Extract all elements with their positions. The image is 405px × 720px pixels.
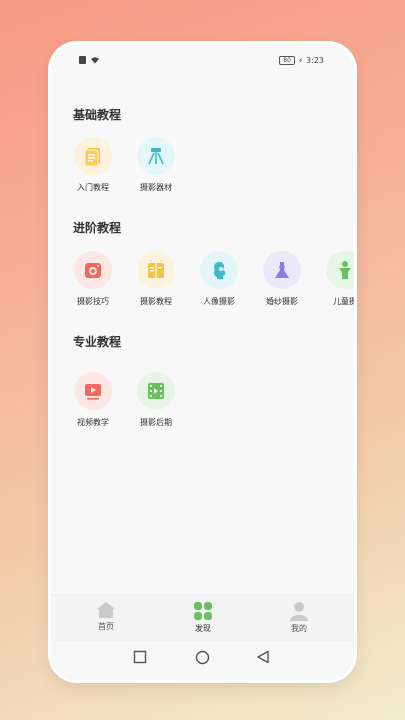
item-post-processing[interactable]: 摄影后期 (129, 372, 183, 428)
home-circle-icon[interactable] (195, 650, 210, 665)
sim-icon (79, 56, 86, 64)
status-bar: 80 ⚡ 3:23 (51, 52, 354, 70)
item-label: 儿童摄 (333, 297, 354, 306)
tab-mine[interactable]: 我的 (269, 601, 329, 634)
tab-home[interactable]: 首页 (76, 601, 136, 632)
user-icon (290, 602, 308, 621)
video-play-icon (74, 372, 112, 410)
tripod-icon (137, 137, 175, 175)
item-equipment[interactable]: 摄影器材 (129, 137, 183, 193)
item-label: 摄影教程 (140, 297, 172, 306)
section-title-basic: 基础教程 (73, 108, 122, 122)
item-wedding[interactable]: 婚纱摄影 (255, 251, 309, 307)
camera-icon (74, 251, 112, 289)
charging-icon: ⚡ (298, 56, 304, 65)
discover-grid-icon (194, 602, 212, 620)
item-label: 婚纱摄影 (266, 297, 298, 306)
item-label: 摄影技巧 (77, 297, 109, 306)
tab-discover[interactable]: 发现 (173, 601, 233, 634)
film-icon (137, 372, 175, 410)
item-video-teaching[interactable]: 视频教学 (66, 372, 120, 428)
item-photo-tutorial[interactable]: 摄影教程 (129, 251, 183, 307)
tab-home-label: 首页 (98, 622, 114, 631)
phone-frame: 80 ⚡ 3:23 基础教程 入门教程 摄影器材 进阶教程 摄影技巧 摄影教程 … (51, 44, 354, 680)
back-triangle-icon[interactable] (256, 650, 270, 664)
status-time: 3:23 (306, 56, 324, 65)
item-label: 视频教学 (77, 418, 109, 427)
item-beginner-tutorial[interactable]: 入门教程 (66, 137, 120, 193)
item-photo-skills[interactable]: 摄影技巧 (66, 251, 120, 307)
recent-apps-icon[interactable] (133, 650, 147, 664)
book-icon (137, 251, 175, 289)
home-icon (97, 602, 115, 618)
item-label: 摄影后期 (140, 418, 172, 427)
item-children[interactable]: 儿童摄 (318, 251, 354, 307)
wedding-dress-icon (263, 251, 301, 289)
portrait-icon (200, 251, 238, 289)
battery-icon: 80 (279, 56, 296, 65)
wifi-icon (91, 57, 99, 64)
tab-mine-label: 我的 (291, 624, 307, 633)
item-label: 人像摄影 (203, 297, 235, 306)
section-title-professional: 专业教程 (73, 335, 122, 349)
item-portrait[interactable]: 人像摄影 (192, 251, 246, 307)
bottom-tab-bar: 首页 发现 我的 (51, 594, 354, 641)
tab-discover-label: 发现 (195, 624, 211, 633)
section-title-advanced: 进阶教程 (73, 221, 122, 235)
child-icon (326, 251, 354, 289)
item-label: 摄影器材 (140, 183, 172, 192)
item-label: 入门教程 (77, 183, 109, 192)
system-nav-bar (51, 642, 354, 680)
beginner-tutorial-icon (74, 137, 112, 175)
